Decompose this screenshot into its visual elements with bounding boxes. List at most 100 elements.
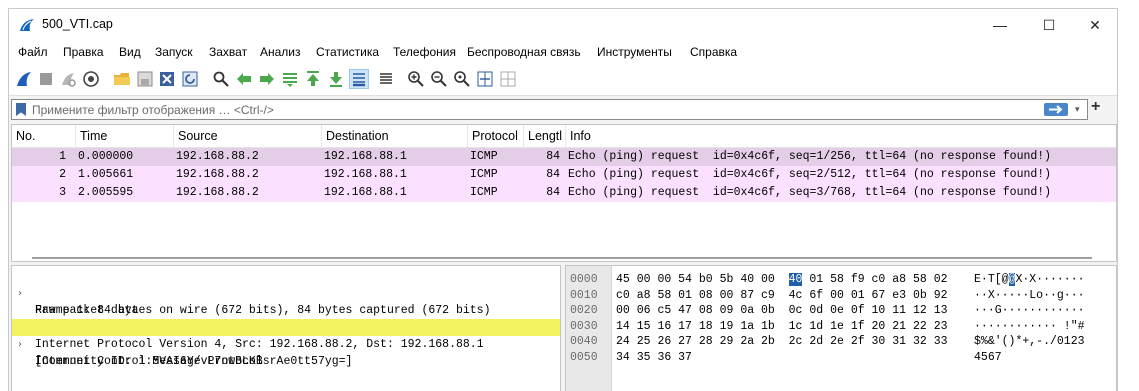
layout-grid-icon[interactable] (499, 70, 517, 88)
hex-byte[interactable]: 32 (913, 335, 927, 348)
hex-byte[interactable]: 24 (616, 335, 630, 348)
column-source[interactable]: Source (174, 125, 322, 148)
ascii-char[interactable]: [ (995, 273, 1002, 286)
hex-byte[interactable]: c9 (761, 289, 775, 302)
hex-byte[interactable]: 29 (720, 335, 734, 348)
column-protocol[interactable]: Protocol (468, 125, 524, 148)
display-filter-input[interactable] (32, 101, 1022, 118)
ascii-char[interactable]: 7 (995, 351, 1002, 364)
go-forward-icon[interactable] (258, 70, 276, 88)
ascii-char[interactable]: % (981, 335, 988, 348)
hex-byte[interactable]: 19 (720, 320, 734, 333)
hex-byte[interactable]: 37 (678, 351, 692, 364)
ascii-char[interactable]: " (1071, 320, 1078, 333)
hex-byte[interactable]: 01 (809, 273, 823, 286)
hex-byte[interactable]: 13 (934, 304, 948, 317)
ascii-char[interactable]: · (1078, 304, 1085, 317)
ascii-char[interactable]: ' (995, 335, 1002, 348)
ascii-char[interactable]: · (1071, 304, 1078, 317)
detail-line-frame[interactable]: › Frame 1: 84 bytes on wire (672 bits), … (12, 268, 560, 317)
ascii-char[interactable]: . (1043, 335, 1050, 348)
resize-columns-icon[interactable] (476, 70, 494, 88)
add-filter-button[interactable]: + (1091, 98, 1100, 116)
ascii-char[interactable]: · (981, 273, 988, 286)
go-to-packet-icon[interactable] (281, 70, 299, 88)
hex-byte[interactable]: c0 (616, 289, 630, 302)
column-destination[interactable]: Destination (322, 125, 468, 148)
ascii-char[interactable]: · (995, 289, 1002, 302)
hex-byte[interactable]: 18 (699, 320, 713, 333)
ascii-char[interactable]: · (974, 320, 981, 333)
ascii-char[interactable]: · (1064, 273, 1071, 286)
hex-byte[interactable]: 00 (616, 304, 630, 317)
ascii-char[interactable]: ( (1002, 335, 1009, 348)
apply-filter-button[interactable] (1044, 103, 1068, 116)
menu-view[interactable]: Вид (119, 45, 141, 59)
close-button[interactable]: ✕ (1072, 9, 1118, 41)
ascii-char[interactable]: · (974, 304, 981, 317)
packet-row[interactable]: 1 0.000000 192.168.88.2 192.168.88.1 ICM… (12, 148, 1116, 166)
zoom-out-icon[interactable] (430, 70, 448, 88)
hex-byte[interactable]: 0e (830, 304, 844, 317)
menu-go[interactable]: Запуск (155, 45, 193, 59)
hex-bytes[interactable]: 24 25 26 27 28 29 2a 2b 2c 2d 2e 2f 30 3… (616, 334, 948, 350)
menu-analyze[interactable]: Анализ (260, 45, 301, 59)
ascii-char[interactable]: # (1078, 320, 1085, 333)
hex-byte[interactable]: 2c (789, 335, 803, 348)
colorize-icon[interactable] (377, 70, 395, 88)
hex-byte[interactable]: 34 (616, 351, 630, 364)
hex-bytes[interactable]: c0 a8 58 01 08 00 87 c9 4c 6f 00 01 67 e… (616, 288, 948, 304)
ascii-char[interactable]: · (988, 320, 995, 333)
ascii-char[interactable]: & (988, 335, 995, 348)
ascii-char[interactable]: · (1078, 289, 1085, 302)
hex-byte[interactable]: 1c (789, 320, 803, 333)
ascii-char[interactable]: · (1050, 304, 1057, 317)
hex-byte[interactable]: 87 (740, 289, 754, 302)
restart-icon[interactable] (59, 70, 77, 88)
minimize-button[interactable]: — (977, 9, 1023, 41)
ascii-char[interactable]: · (1071, 273, 1078, 286)
go-back-icon[interactable] (235, 70, 253, 88)
hex-byte[interactable]: 2f (851, 335, 865, 348)
ascii-char[interactable] (1057, 320, 1064, 333)
ascii-char[interactable]: · (1043, 304, 1050, 317)
first-packet-icon[interactable] (304, 70, 322, 88)
ascii-char[interactable]: · (1064, 304, 1071, 317)
hex-byte[interactable]: f9 (851, 273, 865, 286)
hex-byte[interactable]: 01 (851, 289, 865, 302)
hex-byte[interactable]: 28 (699, 335, 713, 348)
save-file-icon[interactable] (136, 70, 154, 88)
ascii-char[interactable]: · (1057, 273, 1064, 286)
ascii-char[interactable]: · (1071, 289, 1078, 302)
hex-byte[interactable]: 58 (830, 273, 844, 286)
hex-bytes[interactable]: 00 06 c5 47 08 09 0a 0b 0c 0d 0e 0f 10 1… (616, 303, 948, 319)
ascii-char[interactable]: 5 (981, 351, 988, 364)
detail-line-icmp[interactable]: › Internet Control Message Protocol (12, 319, 560, 368)
hex-bytes[interactable]: 34 35 36 37 (616, 350, 692, 366)
hex-byte[interactable]: 09 (720, 304, 734, 317)
hex-byte[interactable]: 1e (830, 320, 844, 333)
hex-byte[interactable]: 45 (616, 273, 630, 286)
ascii-char[interactable]: · (1002, 320, 1009, 333)
hex-byte[interactable]: 47 (678, 304, 692, 317)
hex-byte[interactable]: 08 (699, 304, 713, 317)
menu-help[interactable]: Справка (690, 45, 737, 59)
column-no[interactable]: No. (12, 125, 76, 148)
filter-history-dropdown[interactable]: ▾ (1075, 100, 1080, 119)
ascii-char[interactable]: · (1057, 304, 1064, 317)
ascii-bytes[interactable]: ············ !"# (974, 319, 1085, 335)
hex-byte[interactable]: 16 (657, 320, 671, 333)
menu-statistics[interactable]: Статистика (316, 45, 379, 59)
hex-byte[interactable]: 0b (913, 289, 927, 302)
hex-byte[interactable]: 27 (678, 335, 692, 348)
hex-byte[interactable]: 54 (678, 273, 692, 286)
zoom-reset-icon[interactable] (453, 70, 471, 88)
hex-byte[interactable]: 17 (678, 320, 692, 333)
hex-byte[interactable]: 23 (934, 320, 948, 333)
ascii-char[interactable]: · (1078, 273, 1085, 286)
bookmark-icon[interactable] (16, 103, 26, 116)
hex-byte[interactable]: 31 (892, 335, 906, 348)
ascii-char[interactable]: · (1064, 289, 1071, 302)
reload-icon[interactable] (181, 70, 199, 88)
detail-line-raw[interactable]: Raw packet data (12, 285, 560, 317)
